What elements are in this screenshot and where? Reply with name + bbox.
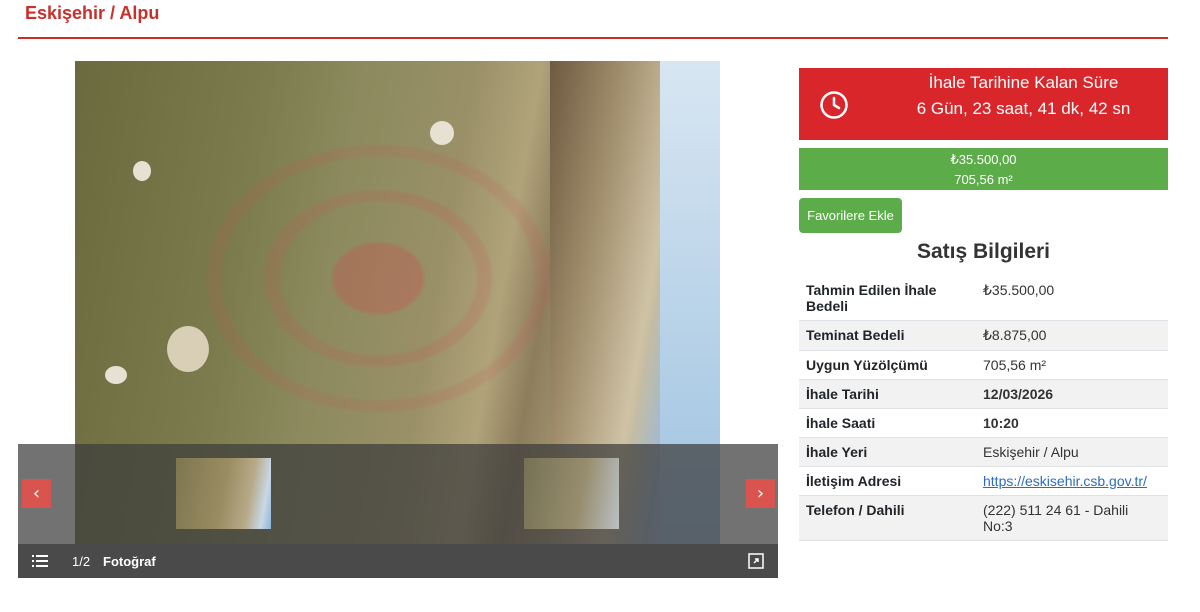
photo-gallery: ‹ › 1/2 Fotoğraf: [18, 61, 778, 578]
info-key: Teminat Bedeli: [799, 320, 976, 351]
table-row: İhale Tarihi 12/03/2026: [799, 379, 1168, 409]
info-value: Eskişehir / Alpu: [976, 437, 1168, 467]
info-key: İhale Tarihi: [799, 379, 976, 409]
info-value: ₺8.875,00: [976, 320, 1168, 351]
table-row: Tahmin Edilen İhale Bedeli ₺35.500,00: [799, 276, 1168, 321]
media-type-label: Fotoğraf: [103, 554, 156, 569]
photo-rock: [167, 326, 209, 372]
countdown-banner: İhale Tarihine Kalan Süre 6 Gün, 23 saat…: [799, 68, 1168, 140]
price-amount: ₺35.500,00: [950, 152, 1017, 167]
info-value: 12/03/2026: [976, 379, 1168, 409]
photo-rock: [105, 366, 127, 384]
thumbnail-strip: ‹ ›: [18, 444, 778, 544]
info-key: İhale Yeri: [799, 437, 976, 467]
table-row: İhale Yeri Eskişehir / Alpu: [799, 437, 1168, 467]
sale-info-heading: Satış Bilgileri: [916, 240, 1051, 263]
info-key: Telefon / Dahili: [799, 495, 976, 541]
table-row: Uygun Yüzölçümü 705,56 m²: [799, 350, 1168, 380]
countdown-time: 6 Gün, 23 saat, 41 dk, 42 sn: [916, 99, 1131, 118]
photo-rock: [430, 121, 454, 145]
table-row: Teminat Bedeli ₺8.875,00: [799, 320, 1168, 351]
price-area: 705,56 m²: [954, 172, 1013, 187]
page-title: Eskişehir / Alpu: [25, 3, 160, 23]
photo-counter: 1/2: [72, 554, 91, 569]
info-key: Tahmin Edilen İhale Bedeli: [799, 276, 976, 321]
info-value: (222) 511 24 61 - Dahili No:3: [976, 495, 1168, 541]
table-row: İletişim Adresi https://eskisehir.csb.go…: [799, 466, 1168, 496]
photo-rock: [133, 161, 151, 181]
add-to-favorites-button[interactable]: Favorilere Ekle: [799, 198, 902, 233]
table-row: İhale Saati 10:20: [799, 408, 1168, 438]
chevron-right-icon: ›: [756, 483, 765, 504]
table-row: Telefon / Dahili (222) 511 24 61 - Dahil…: [799, 495, 1168, 541]
list-icon[interactable]: [32, 554, 48, 568]
info-value: ₺35.500,00: [976, 276, 1168, 321]
countdown-title: İhale Tarihine Kalan Süre: [928, 73, 1119, 92]
previous-photo-button[interactable]: ‹: [22, 479, 51, 508]
info-value: 10:20: [976, 408, 1168, 438]
chevron-left-icon: ‹: [32, 483, 41, 504]
thumbnail-1[interactable]: [176, 458, 271, 529]
contact-address-link[interactable]: https://eskisehir.csb.gov.tr/: [983, 473, 1147, 489]
info-key: İhale Saati: [799, 408, 976, 438]
sale-info-table: Tahmin Edilen İhale Bedeli ₺35.500,00 Te…: [799, 276, 1168, 541]
info-key: İletişim Adresi: [799, 466, 976, 496]
info-value: 705,56 m²: [976, 350, 1168, 380]
title-divider: [18, 37, 1168, 39]
thumbnail-2[interactable]: [524, 458, 619, 529]
gallery-toolbar: 1/2 Fotoğraf: [18, 544, 778, 578]
info-value: https://eskisehir.csb.gov.tr/: [976, 466, 1168, 496]
info-key: Uygun Yüzölçümü: [799, 350, 976, 380]
price-summary: ₺35.500,00 705,56 m²: [799, 148, 1168, 190]
next-photo-button[interactable]: ›: [746, 479, 775, 508]
expand-icon[interactable]: [748, 553, 764, 569]
